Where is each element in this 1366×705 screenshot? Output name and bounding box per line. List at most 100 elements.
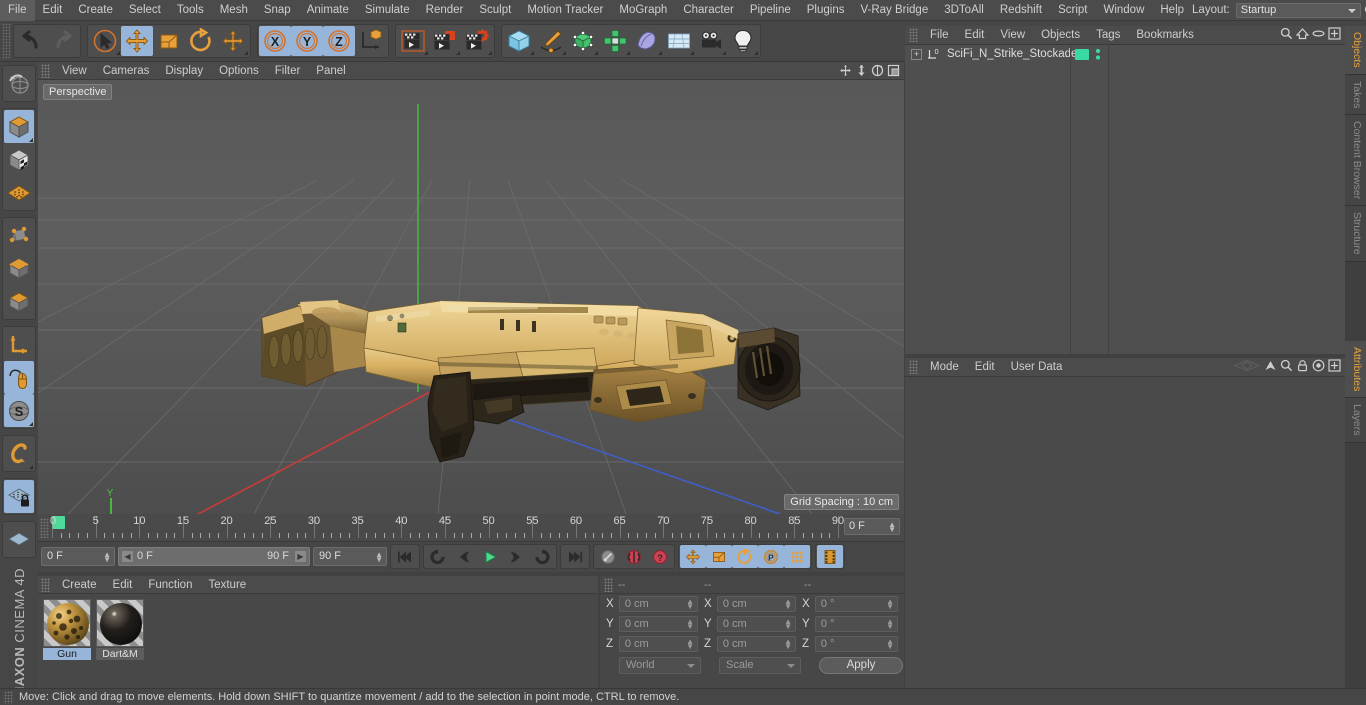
- menu-item-script[interactable]: Script: [1050, 0, 1095, 21]
- ellipse-icon[interactable]: [1312, 27, 1325, 43]
- maximize-view-icon[interactable]: [886, 63, 901, 79]
- go-to-end-icon[interactable]: [562, 545, 588, 568]
- go-to-start-icon[interactable]: [392, 545, 418, 568]
- workplane-lock-icon[interactable]: [4, 523, 34, 556]
- undo-view-icon[interactable]: [4, 67, 34, 100]
- play-backwards-loop-icon[interactable]: [425, 545, 451, 568]
- model-mode-icon[interactable]: [4, 110, 34, 143]
- viewport-3d-canvas[interactable]: Perspective Grid Spacing : 10 cm Y: [38, 80, 904, 514]
- viewport-menu-options[interactable]: Options: [211, 62, 267, 80]
- rotation-y-input[interactable]: 0 ° ▲ ▼: [814, 616, 898, 632]
- move-alt-icon[interactable]: [217, 26, 249, 56]
- pen-spline-icon[interactable]: [535, 26, 567, 56]
- polygons-mode-icon[interactable]: [4, 285, 34, 318]
- material-item-gun[interactable]: Gun: [43, 599, 91, 688]
- position-key-icon[interactable]: [680, 545, 706, 568]
- menu-item-vray-bridge[interactable]: V-Ray Bridge: [852, 0, 936, 21]
- viewport-menu-panel[interactable]: Panel: [308, 62, 353, 80]
- spinner-icon[interactable]: ▲ ▼: [686, 618, 694, 631]
- search-icon[interactable]: [1361, 0, 1366, 21]
- record-key-icon[interactable]: [621, 545, 647, 568]
- pan-icon[interactable]: [838, 63, 853, 79]
- object-menu-view[interactable]: View: [992, 26, 1033, 45]
- menu-item-plugins[interactable]: Plugins: [799, 0, 853, 21]
- target-icon[interactable]: [1312, 359, 1325, 375]
- menu-item-help[interactable]: Help: [1152, 0, 1192, 21]
- tab-layers[interactable]: Layers: [1345, 398, 1366, 443]
- position-z-input[interactable]: 0 cm ▲ ▼: [618, 636, 699, 652]
- next-frame-icon[interactable]: [503, 545, 529, 568]
- spinner-icon[interactable]: ▲ ▼: [103, 551, 111, 564]
- attribute-menu-mode[interactable]: Mode: [922, 358, 967, 377]
- spinner-icon[interactable]: ▲ ▼: [784, 638, 792, 651]
- scale-key-icon[interactable]: [706, 545, 732, 568]
- magnet-icon[interactable]: [4, 437, 34, 470]
- render-settings-icon[interactable]: [461, 26, 493, 56]
- search-icon[interactable]: [1280, 27, 1293, 43]
- menu-item-redshift[interactable]: Redshift: [992, 0, 1050, 21]
- status-bar-grip[interactable]: [4, 690, 13, 704]
- pla-key-icon[interactable]: [784, 545, 810, 568]
- y-axis-icon[interactable]: Y: [291, 26, 323, 56]
- tab-structure[interactable]: Structure: [1345, 206, 1366, 262]
- object-menu-objects[interactable]: Objects: [1033, 26, 1088, 45]
- deformer-icon[interactable]: [631, 26, 663, 56]
- loop-forward-icon[interactable]: [529, 545, 555, 568]
- plus-box-icon[interactable]: [1328, 27, 1341, 43]
- rotation-z-input[interactable]: 0 ° ▲ ▼: [814, 636, 898, 652]
- tab-attributes[interactable]: Attributes: [1345, 340, 1366, 399]
- viewport-grip[interactable]: [41, 63, 50, 78]
- array-icon[interactable]: [599, 26, 631, 56]
- workplane-icon[interactable]: [4, 176, 34, 209]
- coord-space-dropdown[interactable]: World: [619, 657, 701, 674]
- size-x-input[interactable]: 0 cm ▲ ▼: [716, 596, 797, 612]
- menu-item-create[interactable]: Create: [70, 0, 121, 21]
- spinner-icon[interactable]: ▲ ▼: [784, 598, 792, 611]
- attribute-menu-user-data[interactable]: User Data: [1003, 358, 1071, 377]
- rotation-key-icon[interactable]: [732, 545, 758, 568]
- cube-primitive-icon[interactable]: [503, 26, 535, 56]
- object-menu-file[interactable]: File: [922, 26, 957, 45]
- spinner-icon[interactable]: ▲ ▼: [784, 618, 792, 631]
- snap-lock-icon[interactable]: [4, 480, 34, 513]
- z-axis-icon[interactable]: Z: [323, 26, 355, 56]
- render-region-icon[interactable]: [429, 26, 461, 56]
- spinner-icon[interactable]: ▲ ▼: [886, 618, 894, 631]
- range-left-arrow-icon[interactable]: ◀: [122, 551, 133, 562]
- spinner-icon[interactable]: ▲ ▼: [375, 551, 383, 564]
- rotation-x-input[interactable]: 0 ° ▲ ▼: [814, 596, 898, 612]
- nurbs-icon[interactable]: [567, 26, 599, 56]
- apply-button[interactable]: Apply: [819, 657, 903, 674]
- x-axis-icon[interactable]: X: [259, 26, 291, 56]
- size-y-input[interactable]: 0 cm ▲ ▼: [716, 616, 797, 632]
- menu-item-tools[interactable]: Tools: [169, 0, 212, 21]
- range-right-arrow-icon[interactable]: ▶: [295, 551, 306, 562]
- toolbar-grip[interactable]: [2, 23, 11, 59]
- visibility-dots-icon[interactable]: [1094, 48, 1102, 64]
- attribute-menu-edit[interactable]: Edit: [967, 358, 1003, 377]
- points-mode-icon[interactable]: [4, 219, 34, 252]
- material-menu-create[interactable]: Create: [54, 576, 105, 594]
- object-menu-bookmarks[interactable]: Bookmarks: [1128, 26, 1202, 45]
- expander-toggle[interactable]: +: [911, 48, 922, 60]
- spinner-icon[interactable]: ▲ ▼: [886, 598, 894, 611]
- rotate-view-icon[interactable]: [870, 63, 885, 79]
- menu-item-edit[interactable]: Edit: [35, 0, 71, 21]
- rotate-icon[interactable]: [185, 26, 217, 56]
- object-menu-tags[interactable]: Tags: [1088, 26, 1128, 45]
- edges-mode-icon[interactable]: [4, 252, 34, 285]
- filmstrip-icon[interactable]: [817, 545, 843, 568]
- size-z-input[interactable]: 0 cm ▲ ▼: [716, 636, 797, 652]
- spinner-icon[interactable]: ▲ ▼: [686, 638, 694, 651]
- light-icon[interactable]: [727, 26, 759, 56]
- menu-item-sculpt[interactable]: Sculpt: [471, 0, 519, 21]
- material-menu-edit[interactable]: Edit: [105, 576, 141, 594]
- redo-icon[interactable]: [47, 26, 79, 56]
- menu-item-file[interactable]: File: [0, 0, 35, 21]
- keyframe-selection-icon[interactable]: ?: [647, 545, 673, 568]
- menu-item-simulate[interactable]: Simulate: [357, 0, 418, 21]
- viewport-menu-view[interactable]: View: [54, 62, 95, 80]
- menu-item-mograph[interactable]: MoGraph: [611, 0, 675, 21]
- undo-icon[interactable]: [15, 26, 47, 56]
- menu-item-mesh[interactable]: Mesh: [212, 0, 256, 21]
